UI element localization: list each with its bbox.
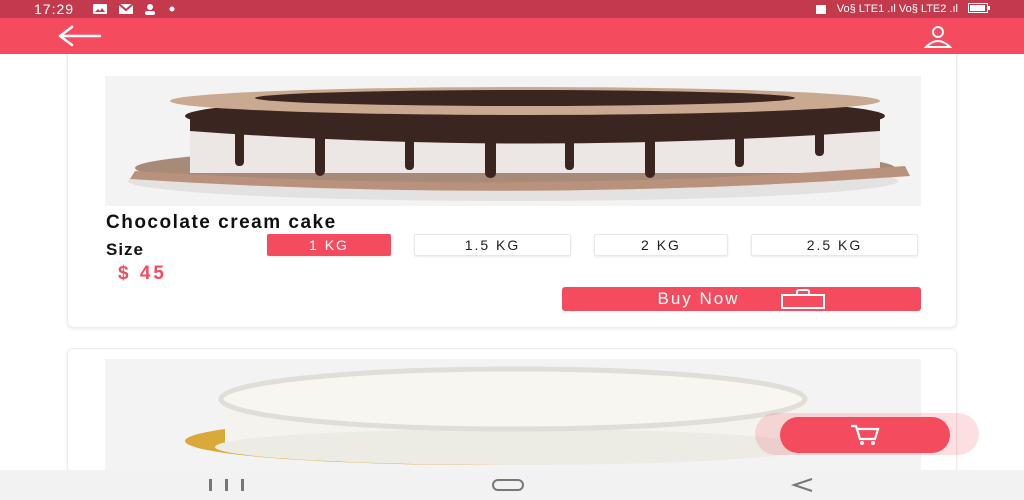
profile-icon xyxy=(923,26,953,48)
recents-icon xyxy=(209,479,244,491)
gallery-icon xyxy=(93,4,108,14)
chocolate-cake-image xyxy=(105,76,921,206)
app-bar xyxy=(0,18,1024,54)
arrow-back-icon xyxy=(58,25,102,47)
buy-now-button[interactable]: Buy Now xyxy=(562,287,921,311)
size-option-1-5kg[interactable]: 1.5 KG xyxy=(414,234,571,256)
size-option-2kg[interactable]: 2 KG xyxy=(594,234,728,256)
status-left-icons xyxy=(92,3,178,15)
shopping-bag-icon xyxy=(780,289,825,309)
size-label: Size xyxy=(106,240,145,259)
product-image[interactable] xyxy=(105,76,921,206)
status-bar: 17:29 Vo§ LTE1 .ıl Vo§ LTE2 .ıl xyxy=(0,0,1024,18)
cart-button[interactable] xyxy=(780,417,950,453)
recents-button[interactable] xyxy=(205,477,251,498)
size-option-1kg[interactable]: 1 KG xyxy=(267,234,391,256)
status-right: Vo§ LTE1 .ıl Vo§ LTE2 .ıl xyxy=(815,3,990,15)
product-price: $ 45 xyxy=(118,263,167,284)
dot-icon xyxy=(169,6,175,12)
back-button[interactable] xyxy=(56,24,104,48)
nav-back-button[interactable] xyxy=(790,477,816,498)
size-option-2-5kg[interactable]: 2.5 KG xyxy=(751,234,918,256)
status-time: 17:29 xyxy=(34,1,75,17)
product-title: Chocolate cream cake xyxy=(106,212,337,233)
user-icon xyxy=(145,4,156,15)
gmail-icon xyxy=(118,3,134,14)
cart-icon xyxy=(851,424,880,445)
network-status: Vo§ LTE1 .ıl Vo§ LTE2 .ıl xyxy=(836,3,958,15)
profile-button[interactable] xyxy=(923,25,953,49)
back-icon xyxy=(790,478,813,492)
navigation-bar xyxy=(0,470,1024,500)
product-card: Chocolate cream cake Size 1 KG 1.5 KG 2 … xyxy=(67,54,957,328)
battery-icon xyxy=(968,3,990,13)
product-list[interactable]: Chocolate cream cake Size 1 KG 1.5 KG 2 … xyxy=(0,54,1024,470)
alarm-icon xyxy=(815,5,826,14)
buy-now-label: Buy Now xyxy=(657,289,740,308)
home-button[interactable] xyxy=(490,477,526,498)
home-icon xyxy=(492,479,524,491)
